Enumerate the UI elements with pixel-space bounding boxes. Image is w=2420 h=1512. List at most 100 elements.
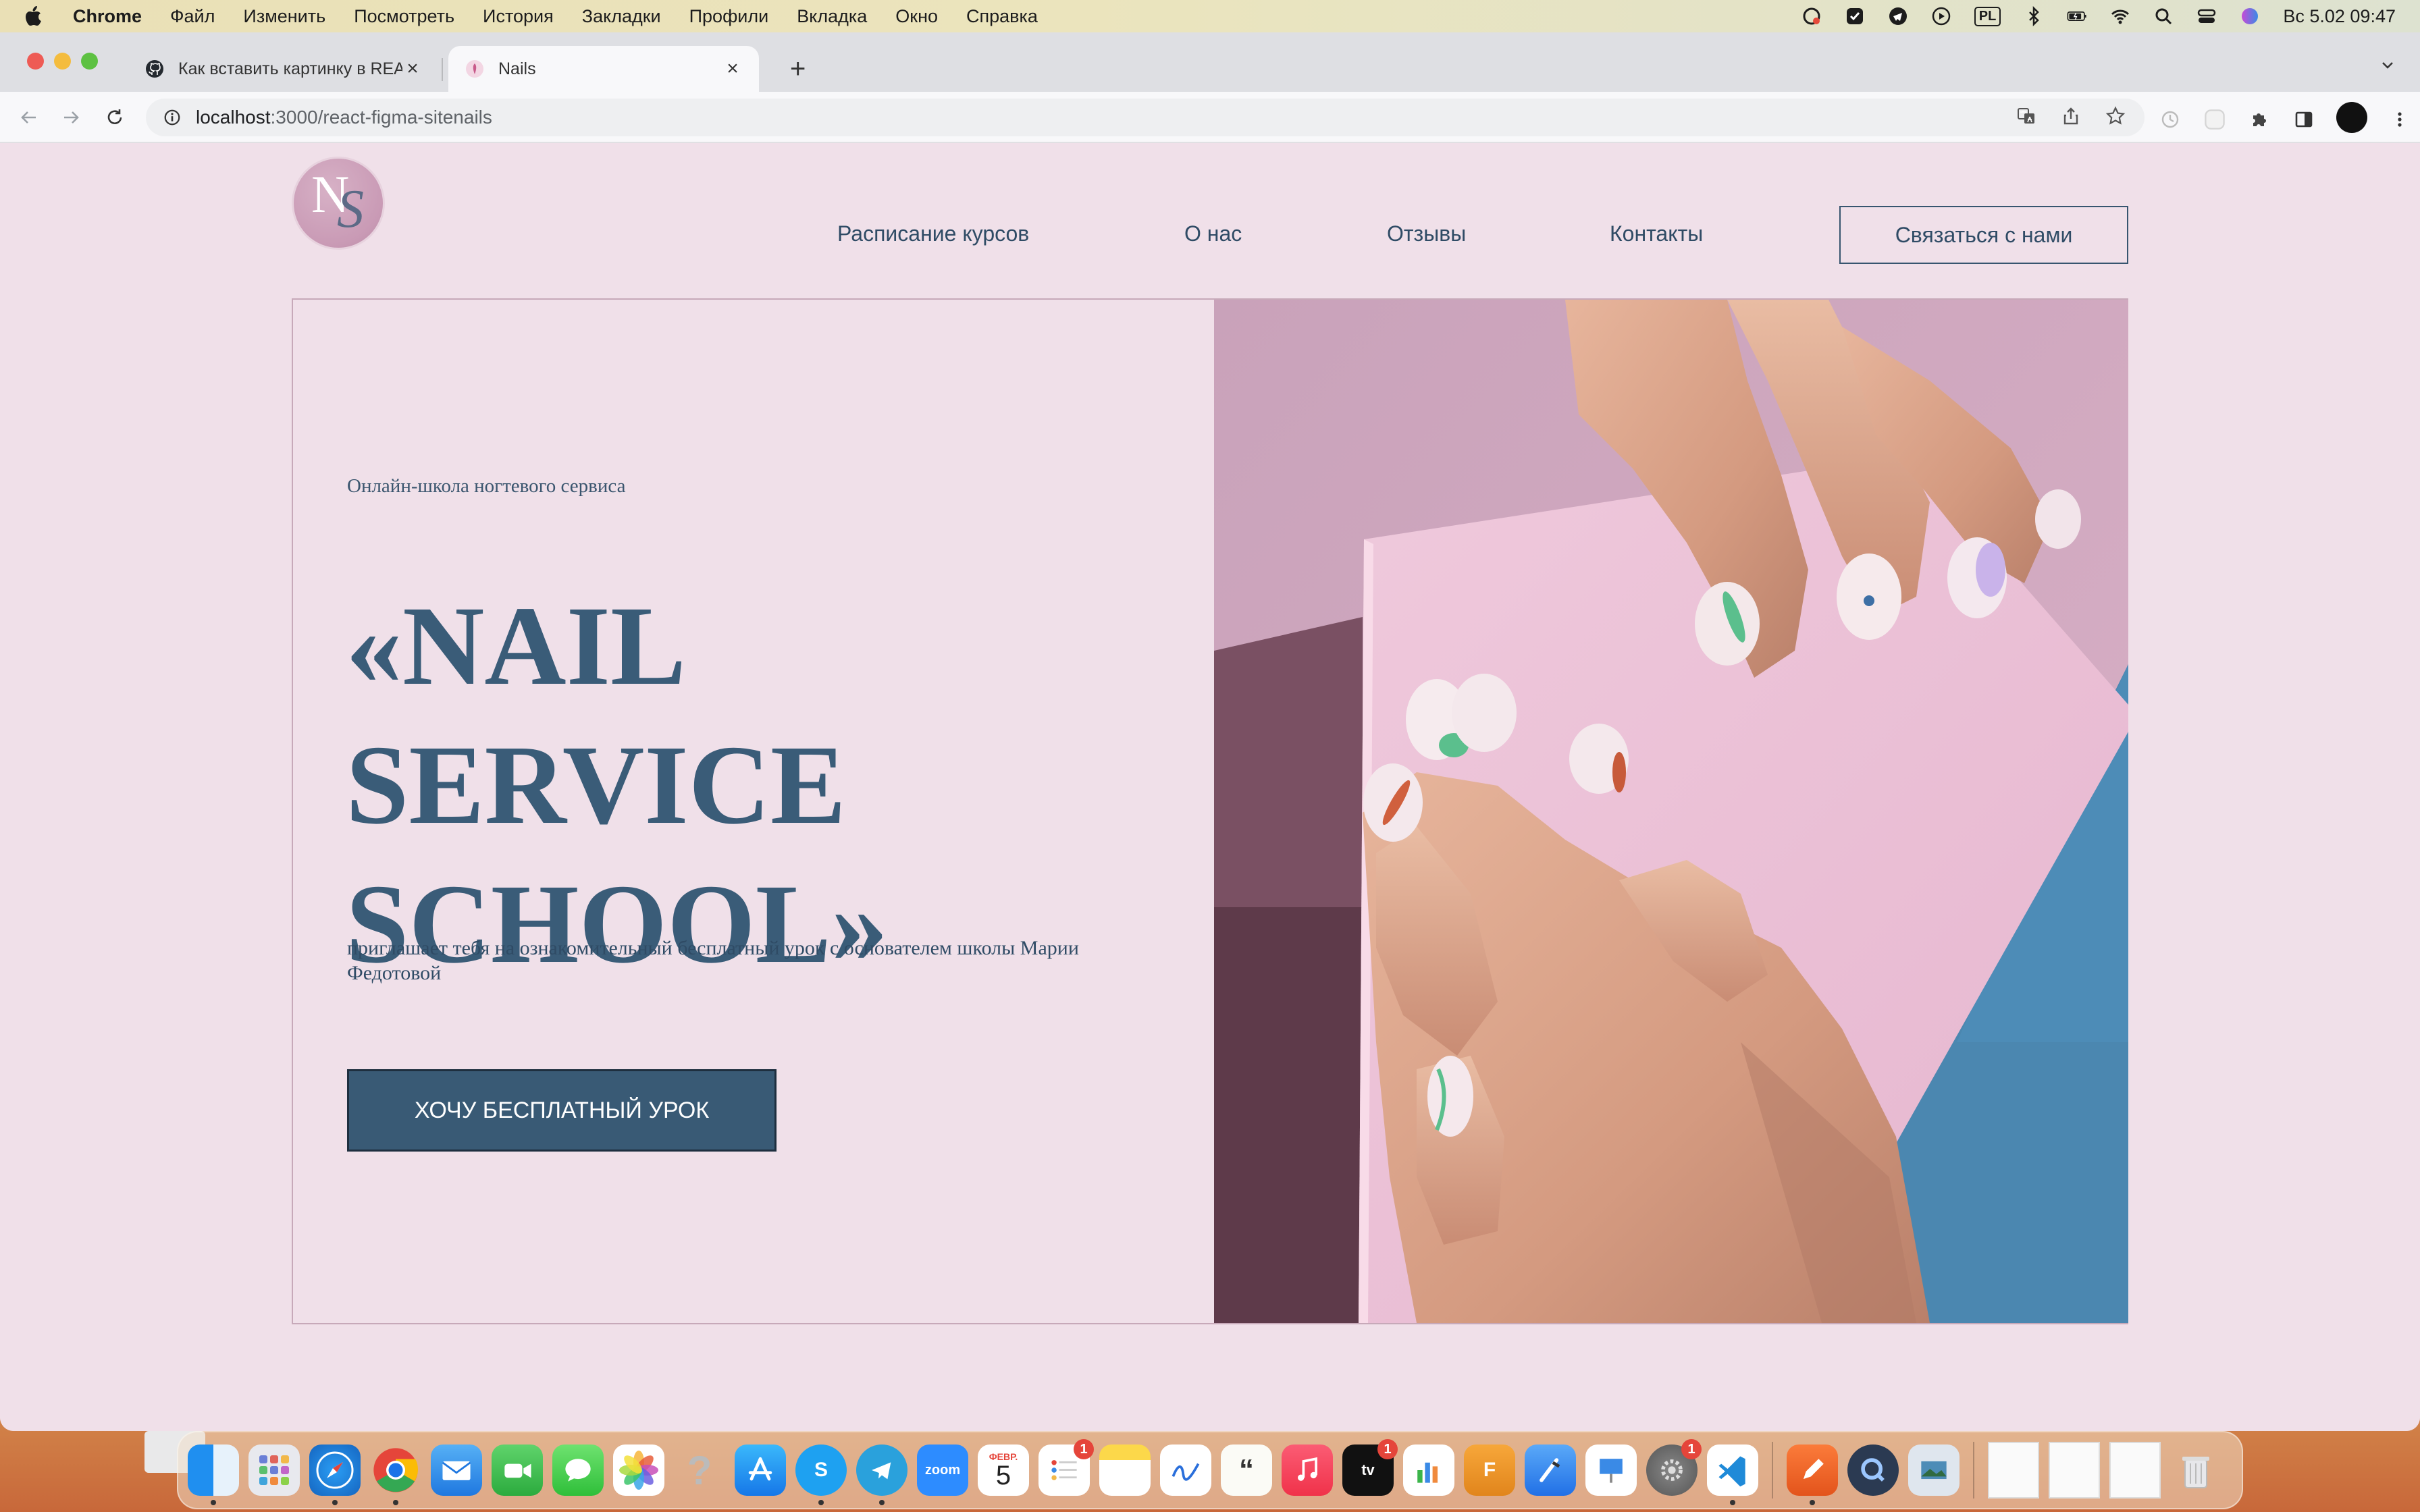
xcode-icon[interactable] [1525,1444,1576,1496]
nav-link-reviews[interactable]: Отзывы [1387,221,1466,246]
hero-section: Онлайн-школа ногтевого сервиса «NAIL SER… [292,298,2128,1324]
app-store-icon[interactable] [735,1444,786,1496]
quicktime-icon[interactable] [1847,1444,1899,1496]
hero-nails-photo [1214,300,2128,1323]
skype-icon[interactable]: S [795,1444,847,1505]
menu-bar: Chrome Файл Изменить Посмотреть История … [0,0,2420,32]
unknown-app-icon[interactable]: ? [674,1444,725,1496]
menu-file[interactable]: Файл [170,6,215,27]
hero-subtitle: приглашает тебя на ознакомительный беспл… [347,937,1079,984]
address-bar[interactable]: localhost:3000/react-figma-sitenails [146,99,2145,136]
telegram-icon[interactable] [856,1444,908,1505]
contact-us-button[interactable]: Связаться с нами [1839,206,2128,264]
url-text[interactable]: localhost:3000/react-figma-sitenails [196,107,492,128]
forward-arrow-icon[interactable] [59,105,84,130]
free-lesson-button[interactable]: ХОЧУ БЕСПЛАТНЫЙ УРОК [347,1069,777,1152]
window-minimize-button[interactable] [54,53,71,70]
calendar-icon[interactable]: ФЕВР. 5 [978,1444,1029,1496]
zoom-icon[interactable]: zoom [917,1444,968,1496]
preview-icon[interactable] [1908,1444,1959,1496]
browser-window: Как вставить картинку в README × Nails ×… [0,32,2420,1431]
site-info-icon[interactable] [162,107,182,128]
chrome-icon[interactable] [370,1444,421,1505]
browser-toolbar: localhost:3000/react-figma-sitenails [0,92,2420,143]
menu-bookmarks[interactable]: Закладки [582,6,661,27]
menu-app-chrome[interactable]: Chrome [73,6,142,27]
finder-icon[interactable] [188,1444,239,1505]
play-icon[interactable] [1931,6,1951,26]
extensions-puzzle-icon[interactable] [2247,107,2271,132]
site-logo[interactable]: N S [292,157,385,250]
dock: ? S zoom ФЕВР. 5 1 “ 1 tv F 1 [177,1431,2243,1509]
hero-kicker: Онлайн-школа ногтевого сервиса [347,475,626,497]
profile-avatar[interactable] [2336,102,2367,133]
creative-cloud-icon[interactable] [1801,6,1822,26]
nav-link-schedule[interactable]: Расписание курсов [837,221,1029,246]
bookmark-star-icon[interactable] [2105,105,2126,130]
battery-icon[interactable] [2067,6,2087,26]
nav-link-contacts[interactable]: Контакты [1610,221,1703,246]
logo-letter-s: S [337,180,364,239]
input-source-indicator[interactable]: PL [1974,6,2001,26]
bluetooth-icon[interactable] [2024,6,2044,26]
freeform-icon[interactable] [1160,1444,1211,1496]
chrome-menu-icon[interactable] [2388,107,2412,132]
window-zoom-button[interactable] [81,53,98,70]
tab-strip: Как вставить картинку в README × Nails ×… [0,32,2420,92]
tab-search-chevron-icon[interactable] [2379,57,2396,76]
keynote-icon[interactable] [1585,1444,1637,1496]
menu-clock[interactable]: Вс 5.02 09:47 [2283,6,2396,27]
music-icon[interactable] [1282,1444,1333,1496]
tab-github[interactable]: Как вставить картинку в README × [128,46,439,92]
launchpad-icon[interactable] [248,1444,300,1496]
pencil-app-icon[interactable] [1787,1444,1838,1505]
pages-quote-icon[interactable]: “ [1221,1444,1272,1496]
reminders-icon[interactable]: 1 [1038,1439,1094,1496]
extension-blank-icon[interactable] [2203,107,2227,132]
facetime-icon[interactable] [492,1444,543,1496]
side-panel-icon[interactable] [2292,107,2316,132]
tab-close-icon[interactable]: × [402,59,423,79]
reminders-badge: 1 [1074,1439,1094,1459]
wifi-icon[interactable] [2110,6,2130,26]
tab-nails[interactable]: Nails × [448,46,759,92]
window-close-button[interactable] [27,53,44,70]
apple-tv-icon[interactable]: 1 tv [1342,1439,1398,1496]
settings-badge: 1 [1681,1439,1702,1459]
checkmark-app-icon[interactable] [1845,6,1865,26]
control-center-icon[interactable] [2197,6,2217,26]
menu-history[interactable]: История [483,6,554,27]
menu-edit[interactable]: Изменить [243,6,325,27]
system-settings-icon[interactable]: 1 [1646,1439,1702,1496]
menu-view[interactable]: Посмотреть [354,6,454,27]
telegram-menu-icon[interactable] [1888,6,1908,26]
mail-icon[interactable] [431,1444,482,1496]
recent-document-thumbnail[interactable] [2049,1442,2100,1498]
vscode-icon[interactable] [1707,1444,1758,1505]
apple-icon[interactable] [24,5,42,27]
fontlab-icon[interactable]: F [1464,1444,1515,1496]
spotlight-search-icon[interactable] [2153,6,2174,26]
trash-icon[interactable] [2170,1444,2221,1496]
messages-icon[interactable] [552,1444,604,1496]
recent-document-thumbnail[interactable] [1988,1442,2039,1498]
new-tab-button[interactable]: + [790,55,806,82]
nav-link-about[interactable]: О нас [1184,221,1242,246]
back-arrow-icon[interactable] [16,105,41,130]
menu-tab[interactable]: Вкладка [797,6,867,27]
safari-icon[interactable] [309,1444,361,1505]
extension-timer-icon[interactable] [2158,107,2182,132]
tab-close-icon[interactable]: × [722,59,743,79]
photos-icon[interactable] [613,1444,664,1496]
menu-profiles[interactable]: Профили [689,6,769,27]
menu-help[interactable]: Справка [966,6,1038,27]
share-icon[interactable] [2061,106,2081,130]
menu-window[interactable]: Окно [895,6,938,27]
notes-icon[interactable] [1099,1444,1151,1496]
siri-icon[interactable] [2240,6,2260,26]
reload-icon[interactable] [103,105,127,130]
numbers-icon[interactable] [1403,1444,1454,1496]
translate-icon[interactable] [2016,106,2036,130]
url-path: :3000/react-figma-sitenails [270,107,492,128]
recent-document-thumbnail[interactable] [2109,1442,2161,1498]
